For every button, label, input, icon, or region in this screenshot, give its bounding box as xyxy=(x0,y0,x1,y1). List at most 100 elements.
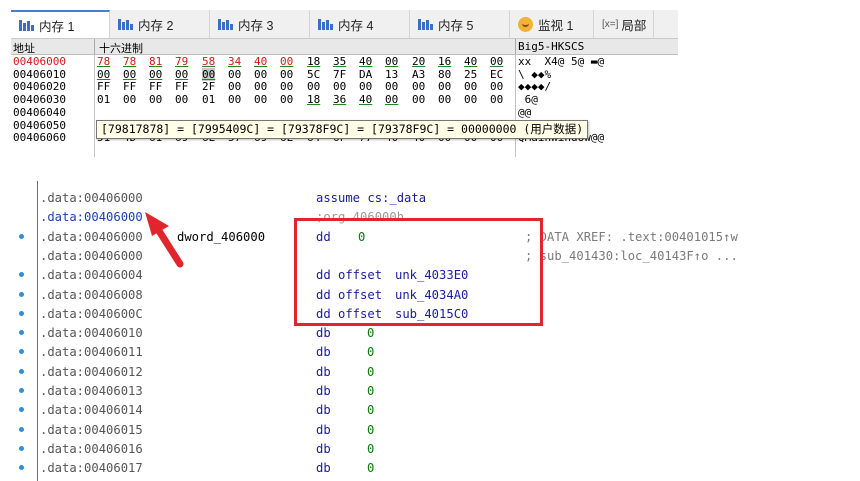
dump-byte[interactable]: FF xyxy=(97,80,110,93)
dump-byte[interactable]: 01 xyxy=(202,93,215,106)
dump-byte[interactable]: 16 xyxy=(438,55,451,68)
dump-row-text: xx X4@ 5@ ▬@ xyxy=(518,55,605,68)
dump-byte[interactable]: 00 xyxy=(438,93,451,106)
dump-byte[interactable]: 20 xyxy=(412,55,425,68)
dump-byte[interactable]: 2F xyxy=(202,80,215,93)
dump-byte[interactable]: 00 xyxy=(385,80,398,93)
dump-byte[interactable]: 00 xyxy=(149,93,162,106)
tab-memory-4[interactable]: 内存 4 xyxy=(310,10,410,38)
dump-row-address: 00406040 xyxy=(13,105,66,119)
dump-byte[interactable]: 00 xyxy=(412,80,425,93)
dump-byte[interactable]: 81 xyxy=(149,55,162,68)
dump-byte[interactable]: 40 xyxy=(359,93,372,106)
dump-row-text: @@ xyxy=(518,105,532,119)
dump-byte[interactable]: 00 xyxy=(333,80,346,93)
dump-byte[interactable]: 00 xyxy=(280,68,293,81)
dump-byte[interactable]: 00 xyxy=(175,93,188,106)
locals-icon: [x=] xyxy=(602,18,619,30)
dump-byte[interactable]: 00 xyxy=(254,80,267,93)
dump-byte[interactable]: 78 xyxy=(97,55,110,68)
dump-byte[interactable]: 80 xyxy=(438,68,451,81)
memory-dump-panel: 内存 1 内存 2 内存 3 内存 4 内存 5 监视 1 [x=] 局部 地址 十六进制 B… xyxy=(11,10,678,157)
dump-byte[interactable]: 00 xyxy=(254,68,267,81)
tab-memory-3[interactable]: 内存 3 xyxy=(210,10,310,38)
dump-byte[interactable]: 00 xyxy=(385,55,398,68)
dump-byte[interactable]: 00 xyxy=(123,68,136,81)
dump-byte[interactable]: 00 xyxy=(464,80,477,93)
dump-byte[interactable]: 5C xyxy=(307,68,320,81)
dump-byte[interactable]: 00 xyxy=(490,55,503,68)
dump-byte[interactable]: 25 xyxy=(464,68,477,81)
memory-icon xyxy=(418,18,433,30)
dump-row[interactable]: 00406000 78 78 81 79 58 34 40 00 18 35 40 00 20 16 40 00… xyxy=(11,55,678,68)
dump-byte[interactable]: 00 xyxy=(490,80,503,93)
dump-byte[interactable]: 18 xyxy=(307,93,320,106)
dump-byte[interactable]: 00 xyxy=(254,93,267,106)
dump-byte[interactable]: 00 xyxy=(202,67,216,81)
dump-byte[interactable]: 00 xyxy=(307,80,320,93)
watch-icon xyxy=(518,16,533,32)
dump-byte[interactable]: 00 xyxy=(385,93,398,106)
memory-icon xyxy=(218,18,233,30)
dump-byte[interactable]: 18 xyxy=(307,55,320,68)
dump-row-address: 00406010 xyxy=(13,67,66,81)
dump-byte[interactable]: 00 xyxy=(175,68,188,81)
dump-row-address: 00406050 xyxy=(13,118,66,132)
dump-byte[interactable]: 00 xyxy=(149,68,162,81)
dump-byte[interactable]: DA xyxy=(359,68,372,81)
dump-byte[interactable]: 00 xyxy=(464,93,477,106)
dump-byte[interactable]: 78 xyxy=(123,55,136,68)
dump-row[interactable]: 00406040 @@ xyxy=(11,106,678,119)
tab-label: 内存 1 xyxy=(39,19,75,34)
tab-label: 局部 xyxy=(621,18,647,33)
dump-byte[interactable]: 00 xyxy=(280,80,293,93)
memory-icon xyxy=(318,18,333,30)
ascii-column-header: Big5-HKSCS xyxy=(518,40,585,53)
dump-byte[interactable]: 00 xyxy=(228,68,241,81)
tab-memory-5[interactable]: 内存 5 xyxy=(410,10,510,38)
tab-label: 监视 1 xyxy=(538,18,574,33)
dump-row-text: 6@ xyxy=(518,93,538,107)
dump-byte[interactable]: 00 xyxy=(228,80,241,93)
dump-byte[interactable]: 00 xyxy=(97,68,110,81)
tab-label: 内存 4 xyxy=(338,18,374,33)
dump-byte[interactable]: 00 xyxy=(412,93,425,106)
dump-byte[interactable]: 79 xyxy=(175,55,188,68)
dump-byte[interactable]: 00 xyxy=(438,80,451,93)
dump-row[interactable]: 00406030 01 00 00 00 01 00 00 00 18 36 40 00 00 00 00 00… xyxy=(11,93,678,106)
dump-byte[interactable]: 7F xyxy=(333,68,346,81)
dump-row-address: 00406060 xyxy=(13,131,66,145)
dump-byte[interactable]: 00 xyxy=(359,80,372,93)
tab-label: 内存 2 xyxy=(138,18,174,33)
dump-byte[interactable]: 00 xyxy=(123,93,136,106)
dump-byte[interactable]: 00 xyxy=(280,93,293,106)
memory-icon xyxy=(118,18,133,30)
dump-byte[interactable]: 35 xyxy=(333,55,346,68)
dump-byte[interactable]: 40 xyxy=(359,55,372,68)
dump-row[interactable]: 00406020 FF FF FF FF 2F 00 00 00 00 00 00 00 00 00 00 00… xyxy=(11,80,678,93)
dump-row[interactable]: 00406010 00 00 00 00 00 00 00 00 5C 7F DA 13 A3 80 25 EC… xyxy=(11,67,678,81)
dump-byte[interactable]: 01 xyxy=(97,93,110,106)
dump-byte[interactable]: 58 xyxy=(202,55,215,68)
dump-column-header: 地址 十六进制 Big5-HKSCS xyxy=(11,39,678,55)
tab-label: 内存 5 xyxy=(438,18,474,33)
tab-memory-2[interactable]: 内存 2 xyxy=(110,10,210,38)
tab-watch-1[interactable]: 监视 1 xyxy=(510,10,594,38)
dump-byte[interactable]: 40 xyxy=(254,55,267,68)
dump-row-address: 00406000 xyxy=(13,55,66,68)
dump-byte[interactable]: A3 xyxy=(412,68,425,81)
tab-locals[interactable]: [x=] 局部 xyxy=(594,10,654,38)
dump-byte[interactable]: 36 xyxy=(333,93,346,106)
dump-byte[interactable]: 00 xyxy=(280,55,293,68)
dump-byte[interactable]: FF xyxy=(175,80,188,93)
tab-memory-1[interactable]: 内存 1 xyxy=(11,10,110,38)
dump-byte[interactable]: 00 xyxy=(228,93,241,106)
dump-byte[interactable]: FF xyxy=(149,80,162,93)
dump-byte[interactable]: 13 xyxy=(385,68,398,81)
dump-byte[interactable]: EC xyxy=(490,68,503,81)
dump-byte[interactable]: 00 xyxy=(490,93,503,106)
dump-byte[interactable]: 40 xyxy=(464,55,477,68)
dump-byte[interactable]: FF xyxy=(123,80,136,93)
dump-row-text: ◆◆◆◆/ xyxy=(518,80,552,94)
dump-byte[interactable]: 34 xyxy=(228,55,241,68)
